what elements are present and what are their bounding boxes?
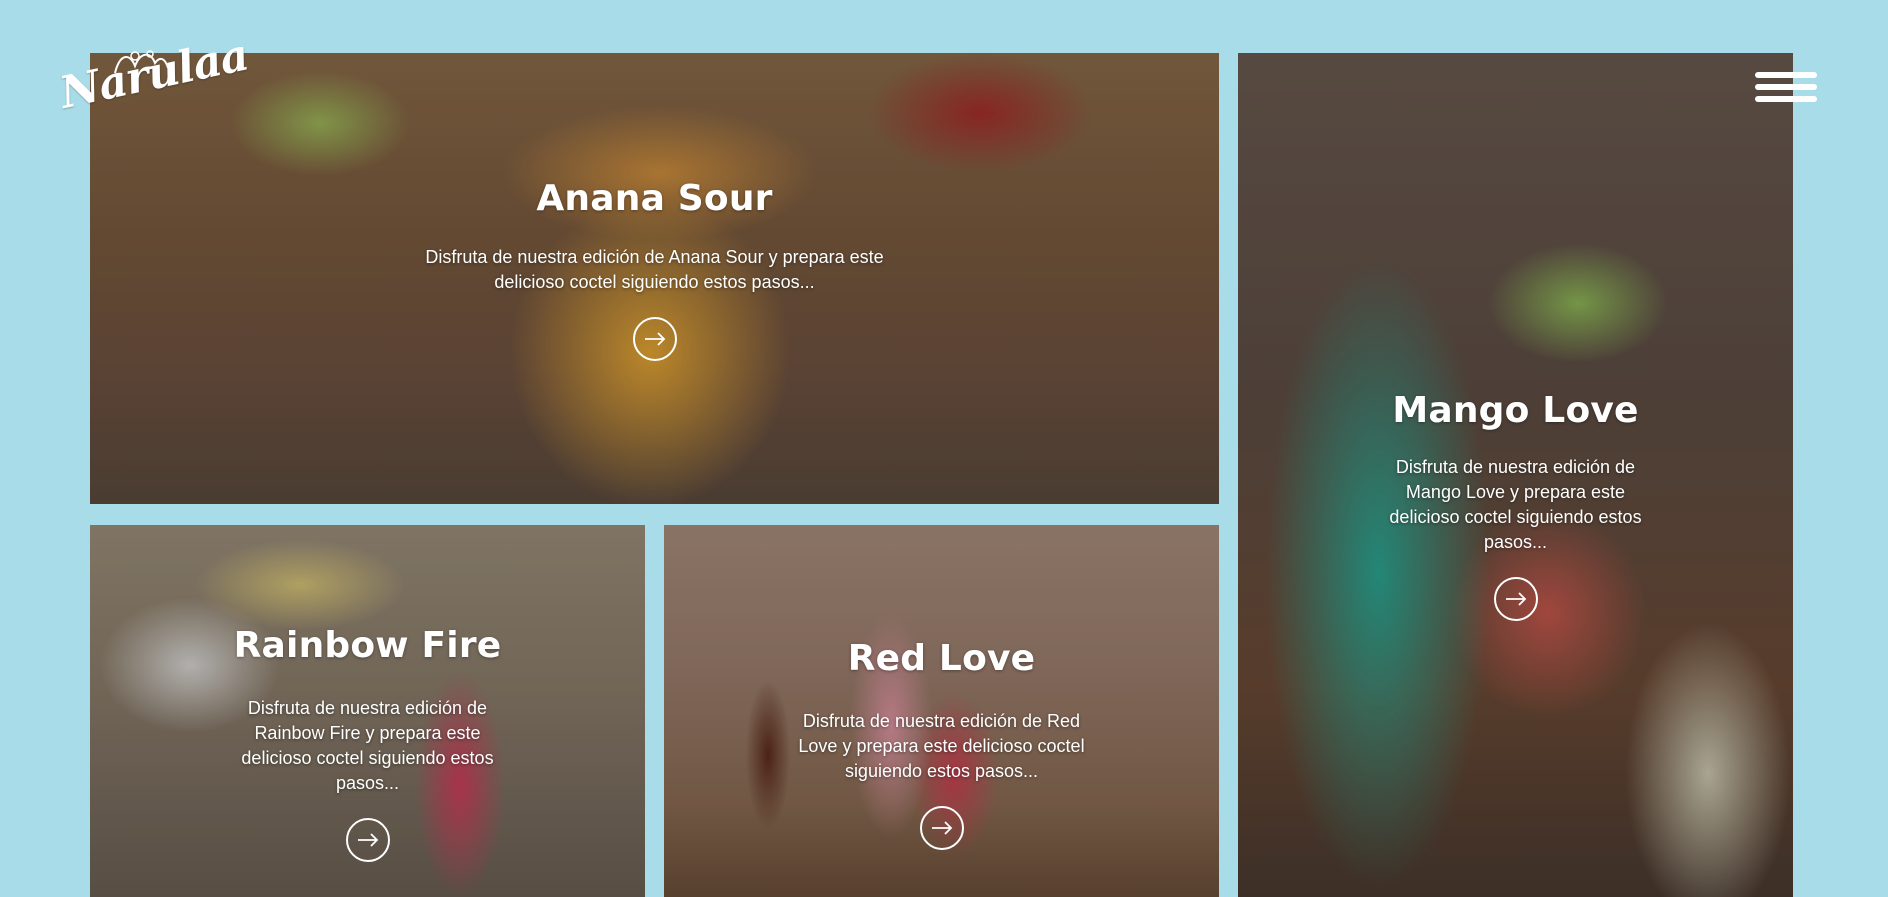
- recipe-card-content: Rainbow Fire Disfruta de nuestra edición…: [223, 625, 513, 867]
- arrow-right-icon: [357, 833, 378, 847]
- recipe-card-red-love[interactable]: Red Love Disfruta de nuestra edición de …: [664, 525, 1219, 897]
- recipe-card-anana-sour[interactable]: Anana Sour Disfruta de nuestra edición d…: [90, 53, 1219, 504]
- recipe-card-content: Anana Sour Disfruta de nuestra edición d…: [420, 178, 890, 366]
- recipe-card-mango-love[interactable]: Mango Love Disfruta de nuestra edición d…: [1238, 53, 1793, 897]
- logo-text: Narulaa: [55, 29, 253, 119]
- menu-bar: [1755, 72, 1817, 78]
- menu-bar: [1755, 96, 1817, 102]
- arrow-right-button[interactable]: [345, 818, 390, 862]
- menu-bar: [1755, 84, 1817, 90]
- recipe-description: Disfruta de nuestra edición de Anana Sou…: [425, 247, 884, 292]
- arrow-right-button[interactable]: [1493, 577, 1538, 621]
- arrow-right-button[interactable]: [919, 806, 964, 850]
- arrow-right-icon: [644, 332, 665, 346]
- recipe-card-content: Red Love Disfruta de nuestra edición de …: [787, 638, 1097, 855]
- arrow-right-icon: [931, 821, 952, 835]
- recipe-title: Anana Sour: [536, 178, 773, 219]
- arrow-right-icon: [1505, 592, 1526, 606]
- recipe-description: Disfruta de nuestra edición de Rainbow F…: [241, 698, 494, 793]
- recipe-title: Rainbow Fire: [233, 625, 502, 666]
- hamburger-menu-icon[interactable]: [1755, 72, 1817, 108]
- recipe-card-rainbow-fire[interactable]: Rainbow Fire Disfruta de nuestra edición…: [90, 525, 645, 897]
- narulaa-logo[interactable]: Narulaa: [55, 29, 252, 134]
- recipe-title: Red Love: [847, 638, 1036, 679]
- recipe-card-content: Mango Love Disfruta de nuestra edición d…: [1371, 390, 1661, 626]
- recipe-title: Mango Love: [1392, 390, 1639, 431]
- recipe-description: Disfruta de nuestra edición de Mango Lov…: [1389, 457, 1642, 552]
- recipes-page: Anana Sour Disfruta de nuestra edición d…: [0, 0, 1888, 897]
- arrow-right-button[interactable]: [632, 317, 677, 361]
- recipe-description: Disfruta de nuestra edición de Red Love …: [798, 711, 1085, 781]
